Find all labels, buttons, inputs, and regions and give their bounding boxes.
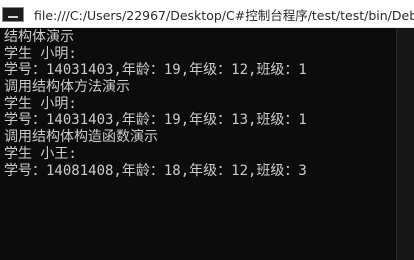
title-bar[interactable]: file:///C:/Users/22967/Desktop/C#控制台程序/t… [0,0,414,28]
vertical-scrollbar[interactable] [396,28,414,260]
console-line: 学号：14031403,年龄：19,年级：12,班级：1 [4,62,307,79]
console-line: 学生 小明: [4,45,77,62]
console-line: 调用结构体方法演示 [4,79,130,96]
console-line: 学生 小明: [4,95,77,112]
console-line: 调用结构体构造函数演示 [4,129,158,146]
window-title: file:///C:/Users/22967/Desktop/C#控制台程序/t… [34,8,414,23]
console-line: 学号：14081408,年龄：18,年级：12,班级：3 [4,162,307,179]
console-window: file:///C:/Users/22967/Desktop/C#控制台程序/t… [0,0,414,260]
console-line: 结构体演示 [4,29,74,45]
console-line: 学生 小王: [4,145,77,162]
console-line: 学号：14031403,年龄：19,年级：13,班级：1 [4,112,307,129]
console-app-icon[interactable] [2,7,24,22]
console-output: 结构体演示 学生 小明: 学号：14031403,年龄：19,年级：12,班级：… [0,28,396,260]
